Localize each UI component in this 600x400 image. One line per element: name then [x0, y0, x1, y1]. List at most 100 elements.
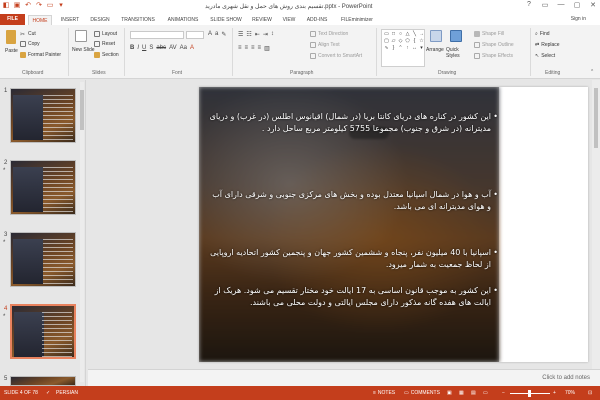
shape-fill-button[interactable]: Shape Fill: [474, 31, 504, 37]
tab-transitions[interactable]: TRANSITIONS: [118, 15, 158, 25]
bracket-shape-icon[interactable]: }: [390, 45, 397, 52]
italic-icon[interactable]: I: [137, 45, 139, 51]
tab-home[interactable]: HOME: [28, 15, 52, 25]
cut-button[interactable]: ✂ Cut: [20, 31, 36, 38]
start-slideshow-icon[interactable]: ▭: [46, 2, 54, 10]
bold-icon[interactable]: B: [130, 45, 134, 51]
columns-icon[interactable]: ▥: [264, 45, 270, 52]
shrink-font-icon[interactable]: a: [215, 31, 218, 38]
decrease-indent-icon[interactable]: ⇤: [255, 31, 260, 38]
bullet-text[interactable]: اسپانیا با 40 میلیون نفر، پنجاه و ششمین …: [207, 247, 498, 271]
arrange-button[interactable]: Arrange: [426, 47, 444, 53]
slide-thumbnail-5[interactable]: [10, 376, 76, 386]
oval-shape-icon[interactable]: ○: [397, 31, 404, 38]
line-spacing-icon[interactable]: ↕: [271, 31, 274, 38]
sign-in-link[interactable]: Sign in: [571, 16, 586, 22]
tab-insert[interactable]: INSERT: [57, 15, 83, 25]
slide-scrollbar[interactable]: [592, 80, 600, 369]
thumbnails-scrollbar[interactable]: [80, 82, 84, 382]
align-left-icon[interactable]: ≡: [238, 45, 242, 52]
new-slide-button[interactable]: New Slide: [72, 47, 95, 53]
spellcheck-icon[interactable]: ✓: [46, 390, 50, 396]
slide-thumbnail-4[interactable]: [10, 304, 76, 359]
increase-indent-icon[interactable]: ⇥: [263, 31, 268, 38]
format-painter-button[interactable]: Format Painter: [20, 52, 61, 58]
current-slide[interactable]: این کشور در کناره های دریای کانتا بریا (…: [199, 87, 588, 362]
shape-effects-button[interactable]: Shape Effects: [474, 53, 513, 59]
zoom-level[interactable]: 70%: [565, 390, 575, 396]
shapes-gallery[interactable]: ▭ □ ○ △ ╲ → ▢ ▱ ◇ ⬠ { ☆ ∿ } ⌃ ↑ ↔ ▾: [381, 29, 425, 67]
copy-button[interactable]: Copy: [20, 41, 40, 47]
bullet-text[interactable]: این کشور به موجب قانون اساسی به 17 ایالت…: [207, 285, 498, 309]
normal-view-icon[interactable]: ▣: [447, 390, 452, 396]
parallelogram-shape-icon[interactable]: ▱: [390, 38, 397, 45]
pentagon-shape-icon[interactable]: ⬠: [404, 38, 411, 45]
diamond-shape-icon[interactable]: ◇: [397, 38, 404, 45]
font-name-input[interactable]: [130, 31, 184, 39]
shape-outline-button[interactable]: Shape Outline: [474, 42, 514, 48]
redo-icon[interactable]: ↷: [35, 2, 43, 10]
save-icon[interactable]: ▣: [13, 2, 21, 10]
undo-icon[interactable]: ↶: [24, 2, 32, 10]
slideshow-icon[interactable]: ▭: [483, 390, 488, 396]
textbox-shape-icon[interactable]: ▭: [383, 31, 390, 38]
convert-smartart-button[interactable]: Convert to SmartArt: [310, 53, 362, 59]
section-button[interactable]: Section: [94, 52, 119, 58]
tab-review[interactable]: REVIEW: [250, 15, 274, 25]
line-shape-icon[interactable]: ╲: [411, 31, 418, 38]
collapse-ribbon-icon[interactable]: ⌃: [590, 69, 594, 75]
tab-animations[interactable]: ANIMATIONS: [163, 15, 203, 25]
notes-pane[interactable]: Click to add notes: [88, 369, 600, 386]
double-arrow-shape-icon[interactable]: ↔: [411, 45, 418, 52]
tab-design[interactable]: DESIGN: [87, 15, 113, 25]
tab-file[interactable]: FILE: [0, 14, 25, 25]
underline-icon[interactable]: U: [142, 45, 146, 51]
layout-button[interactable]: Layout: [94, 31, 117, 37]
reset-button[interactable]: Reset: [94, 41, 115, 47]
paste-button[interactable]: Paste: [5, 48, 18, 54]
chevron-shape-icon[interactable]: ⌃: [397, 45, 404, 52]
maximize-button[interactable]: ▢: [572, 1, 582, 9]
tab-slide-show[interactable]: SLIDE SHOW: [208, 15, 244, 25]
new-slide-icon[interactable]: [75, 30, 87, 42]
change-case-icon[interactable]: Aa: [180, 45, 187, 51]
align-center-icon[interactable]: ≡: [245, 45, 249, 52]
font-color-icon[interactable]: A: [190, 45, 194, 51]
bullets-icon[interactable]: ☰: [238, 31, 243, 38]
scrollbar-thumb[interactable]: [80, 90, 84, 130]
reading-view-icon[interactable]: ▤: [471, 390, 476, 396]
select-button[interactable]: ↖ Select: [535, 53, 555, 59]
minimize-button[interactable]: —: [556, 1, 566, 9]
shadow-icon[interactable]: S: [149, 45, 153, 51]
justify-icon[interactable]: ≡: [258, 45, 262, 52]
brace-shape-icon[interactable]: {: [411, 38, 418, 45]
clear-formatting-icon[interactable]: ✎: [221, 31, 226, 38]
scrollbar-thumb[interactable]: [594, 88, 598, 148]
triangle-shape-icon[interactable]: △: [404, 31, 411, 38]
quick-styles-icon[interactable]: [450, 30, 462, 42]
bullet-text[interactable]: این کشور در کناره های دریای کانتا بریا (…: [207, 111, 498, 135]
arrange-icon[interactable]: [430, 30, 442, 42]
arrow-shape-icon[interactable]: →: [418, 31, 425, 38]
bullet-text[interactable]: آب و هوا در شمال اسپانیا معتدل بوده و بخ…: [207, 189, 498, 213]
ribbon-display-icon[interactable]: ▭: [540, 1, 550, 9]
notes-toggle[interactable]: ≡ NOTES: [373, 390, 395, 396]
tab-add-ins[interactable]: ADD-INS: [303, 15, 331, 25]
help-icon[interactable]: ?: [524, 1, 534, 9]
align-right-icon[interactable]: ≡: [251, 45, 255, 52]
quick-styles-button[interactable]: Quick Styles: [446, 47, 468, 59]
zoom-slider-handle[interactable]: [528, 390, 531, 397]
rounded-rect-shape-icon[interactable]: ▢: [383, 38, 390, 45]
curve-shape-icon[interactable]: ∿: [383, 45, 390, 52]
up-arrow-shape-icon[interactable]: ↑: [404, 45, 411, 52]
character-spacing-icon[interactable]: AV: [169, 45, 177, 51]
slide-thumbnail-3[interactable]: [10, 232, 76, 287]
zoom-out-icon[interactable]: −: [502, 390, 505, 396]
font-size-input[interactable]: [186, 31, 204, 39]
strikethrough-icon[interactable]: abc: [156, 45, 166, 51]
slide-sorter-icon[interactable]: ▦: [459, 390, 464, 396]
fit-slide-icon[interactable]: ⊡: [588, 390, 592, 396]
more-shapes-icon[interactable]: ▾: [418, 45, 425, 52]
customize-qat-icon[interactable]: ▾: [57, 2, 65, 10]
notes-placeholder[interactable]: Click to add notes: [542, 375, 590, 381]
